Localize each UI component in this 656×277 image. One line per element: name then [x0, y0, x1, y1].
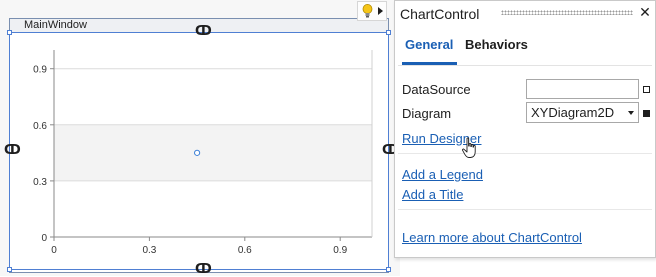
lightbulb-icon [362, 4, 373, 18]
section-divider [398, 209, 652, 210]
selection-handle-top-left[interactable] [7, 30, 12, 35]
add-legend-link[interactable]: Add a Legend [402, 167, 483, 182]
tab-behaviors[interactable]: Behaviors [465, 37, 528, 52]
learn-more-link[interactable]: Learn more about ChartControl [402, 230, 582, 245]
expand-arrow-icon [378, 7, 383, 15]
datasource-label: DataSource [402, 82, 471, 97]
anchor-left-icon[interactable]: ↀ [4, 144, 21, 157]
section-divider [398, 153, 652, 154]
chartcontrol-smart-tag-panel: ChartControl ✕ General Behaviors DataSou… [394, 0, 656, 258]
designer-surface: MainWindow 0 0.3 0.6 0.9 0 0.3 0.6 0.9 ↀ ↀ ↀ ↀ [0, 0, 400, 276]
anchor-top-icon[interactable]: ↀ [195, 25, 212, 38]
diagram-selected-value: XYDiagram2D [531, 105, 615, 120]
anchor-bottom-icon[interactable]: ↀ [195, 263, 212, 276]
datasource-property-marker[interactable] [643, 86, 650, 93]
selection-handle-bottom-right[interactable] [386, 267, 391, 272]
close-icon[interactable]: ✕ [637, 5, 653, 21]
diagram-property-marker[interactable] [643, 110, 650, 117]
selection-handle-top-right[interactable] [386, 30, 391, 35]
selection-outline [9, 32, 389, 270]
hand-pointer-icon [461, 137, 476, 158]
selection-handle-bottom-left[interactable] [7, 267, 12, 272]
tabs-divider [398, 65, 652, 66]
panel-title: ChartControl [400, 6, 480, 22]
diagram-label: Diagram [402, 106, 452, 121]
panel-header[interactable]: ChartControl ✕ [395, 1, 655, 27]
panel-drag-grip[interactable] [501, 10, 633, 15]
tab-general[interactable]: General [405, 37, 453, 52]
add-title-link[interactable]: Add a Title [402, 187, 463, 202]
diagram-dropdown[interactable]: XYDiagram2D [526, 102, 639, 123]
smart-tag-button[interactable] [357, 1, 387, 21]
chevron-down-icon [628, 111, 634, 115]
datasource-field[interactable] [526, 79, 639, 99]
